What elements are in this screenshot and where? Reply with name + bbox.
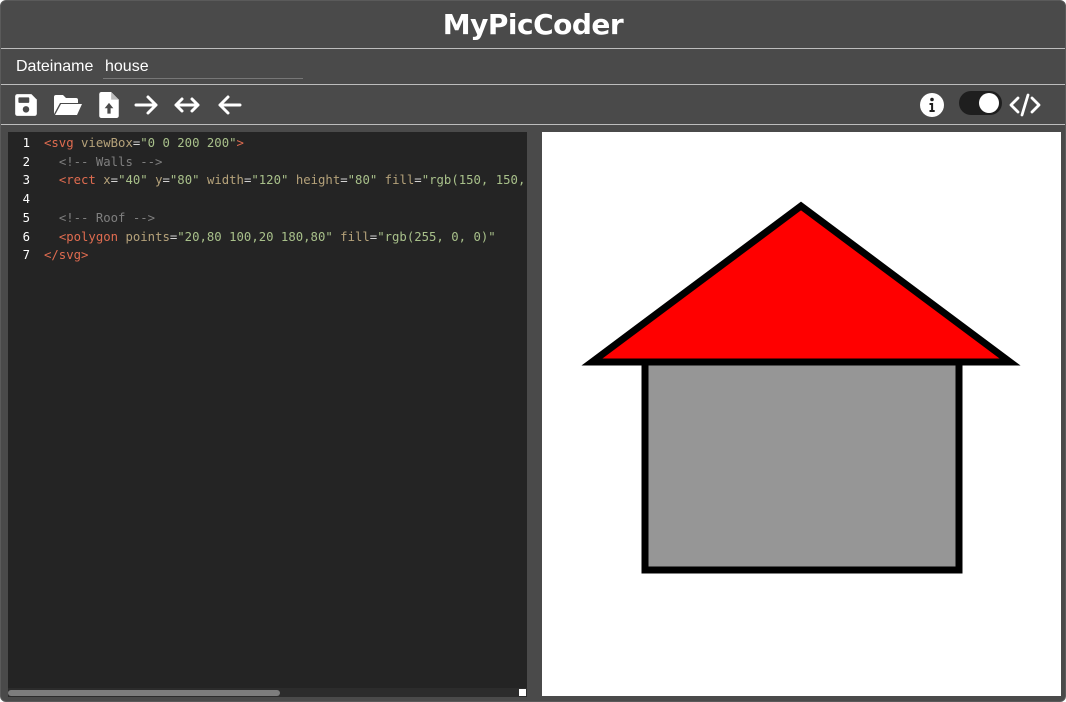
save-icon [15,94,37,116]
horizontal-scrollbar[interactable] [8,688,527,697]
code-token: "rgb(150, 150, 150)" [421,173,526,188]
toggle-knob [979,93,999,113]
filename-input[interactable] [103,55,303,79]
title-bar: MyPicCoder [1,1,1065,49]
arrow-left-button[interactable] [215,91,243,119]
line-number: 3 [22,173,30,188]
code-token: x [103,173,111,188]
line-number: 7 [22,248,30,263]
code-button[interactable] [1009,91,1041,119]
info-button[interactable] [918,91,946,119]
line-number: 1 [22,136,30,150]
upload-button[interactable] [95,91,123,119]
code-token: </svg> [44,248,89,263]
svg-preview [542,132,1061,696]
app-title: MyPicCoder [442,8,624,41]
code-text: </svg> [44,246,88,265]
code-token: points [125,229,170,244]
code-icon [1009,93,1041,117]
code-token: "120" [251,173,289,188]
code-token: = [340,173,348,188]
code-token: "40" [118,173,148,188]
code-token: "rgb(255, 0, 0)" [377,229,496,244]
folder-open-icon [54,95,82,115]
code-token: "20,80 100,20 180,80" [177,229,333,244]
code-token: "80" [347,173,378,188]
line-number: 5 [22,210,30,225]
code-token: <svg [44,136,74,150]
code-token: <!-- Walls --> [58,154,163,169]
save-button[interactable] [12,91,40,119]
line-number: 6 [22,229,30,244]
house-drawing [581,201,1021,574]
code-token: <!-- Roof --> [58,210,156,225]
code-text: <polygon points="20,80 100,20 180,80" fi… [44,228,496,247]
code-token: viewBox [81,136,133,150]
code-token: "80" [169,173,200,188]
app-window: MyPicCoder Dateiname house 1 <svg viewBo… [0,0,1066,702]
code-editor[interactable]: 1 <svg viewBox="0 0 200 200"> 2 <!-- Walls… [8,132,527,697]
code-token: = [110,173,119,188]
code-token: y [155,173,163,188]
line-number: 4 [22,192,30,207]
filename-label: Dateiname [16,58,94,75]
arrow-left-right-icon [174,97,200,113]
code-token: fill [384,173,415,188]
toolbar [1,85,1065,125]
house-walls [641,358,963,574]
code-token: width [206,173,244,188]
house-roof [581,201,1021,366]
arrow-right-icon [134,95,158,115]
scrollbar-thumb[interactable] [8,690,280,696]
code-token: > [236,136,244,150]
code-text: <svg viewBox="0 0 200 200"> [44,134,244,153]
open-button[interactable] [53,91,83,119]
scrollbar-corner [519,689,526,696]
code-text: <!-- Walls --> [44,153,163,172]
code-token: = [162,173,170,188]
code-token: <polygon [58,229,119,244]
arrow-left-icon [218,95,242,115]
line-number: 2 [22,154,30,169]
code-token: <rect [58,173,96,188]
code-token: height [295,173,341,188]
arrow-right-button[interactable] [133,91,161,119]
code-token: fill [340,229,370,244]
code-text: <rect x="40" y="80" width="120" height="… [44,171,527,190]
code-token: = [414,173,422,188]
info-icon [920,93,944,117]
file-upload-icon [99,92,119,118]
code-toggle[interactable] [959,91,1002,115]
arrow-left-right-button[interactable] [173,91,201,119]
code-text: <!-- Roof --> [44,209,155,228]
code-token: "0 0 200 200" [140,136,237,150]
filename-row: Dateiname [1,49,1065,85]
